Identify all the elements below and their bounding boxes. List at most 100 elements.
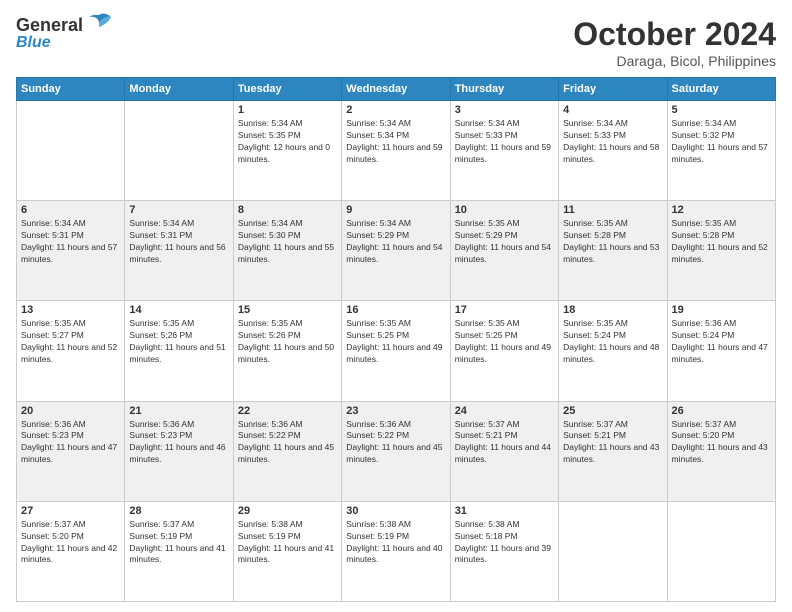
daylight-text: Daylight: 11 hours and 53 minutes. <box>563 242 662 266</box>
calendar-header-row: Sunday Monday Tuesday Wednesday Thursday… <box>17 78 776 101</box>
table-row: 20 Sunrise: 5:36 AM Sunset: 5:23 PM Dayl… <box>17 401 125 501</box>
day-info: Sunrise: 5:34 AM Sunset: 5:32 PM Dayligh… <box>672 118 771 166</box>
day-info: Sunrise: 5:35 AM Sunset: 5:27 PM Dayligh… <box>21 318 120 366</box>
sunset-text: Sunset: 5:21 PM <box>455 430 554 442</box>
sunset-text: Sunset: 5:21 PM <box>563 430 662 442</box>
table-row: 10 Sunrise: 5:35 AM Sunset: 5:29 PM Dayl… <box>450 201 558 301</box>
daylight-text: Daylight: 11 hours and 41 minutes. <box>129 543 228 567</box>
table-row <box>17 101 125 201</box>
calendar-week-row: 20 Sunrise: 5:36 AM Sunset: 5:23 PM Dayl… <box>17 401 776 501</box>
day-info: Sunrise: 5:34 AM Sunset: 5:34 PM Dayligh… <box>346 118 445 166</box>
sunrise-text: Sunrise: 5:35 AM <box>346 318 445 330</box>
day-number: 20 <box>21 405 120 417</box>
daylight-text: Daylight: 11 hours and 48 minutes. <box>563 342 662 366</box>
title-block: October 2024 Daraga, Bicol, Philippines <box>573 16 776 69</box>
sunset-text: Sunset: 5:23 PM <box>21 430 120 442</box>
day-info: Sunrise: 5:35 AM Sunset: 5:28 PM Dayligh… <box>563 218 662 266</box>
sunset-text: Sunset: 5:20 PM <box>672 430 771 442</box>
table-row: 16 Sunrise: 5:35 AM Sunset: 5:25 PM Dayl… <box>342 301 450 401</box>
day-info: Sunrise: 5:37 AM Sunset: 5:21 PM Dayligh… <box>455 419 554 467</box>
day-number: 27 <box>21 505 120 517</box>
table-row: 30 Sunrise: 5:38 AM Sunset: 5:19 PM Dayl… <box>342 501 450 601</box>
day-number: 29 <box>238 505 337 517</box>
day-number: 22 <box>238 405 337 417</box>
subtitle: Daraga, Bicol, Philippines <box>573 53 776 69</box>
table-row: 25 Sunrise: 5:37 AM Sunset: 5:21 PM Dayl… <box>559 401 667 501</box>
day-info: Sunrise: 5:36 AM Sunset: 5:22 PM Dayligh… <box>238 419 337 467</box>
sunrise-text: Sunrise: 5:36 AM <box>238 419 337 431</box>
sunset-text: Sunset: 5:26 PM <box>238 330 337 342</box>
day-info: Sunrise: 5:37 AM Sunset: 5:19 PM Dayligh… <box>129 519 228 567</box>
day-info: Sunrise: 5:36 AM Sunset: 5:23 PM Dayligh… <box>21 419 120 467</box>
day-info: Sunrise: 5:35 AM Sunset: 5:28 PM Dayligh… <box>672 218 771 266</box>
sunset-text: Sunset: 5:26 PM <box>129 330 228 342</box>
day-number: 9 <box>346 204 445 216</box>
day-info: Sunrise: 5:34 AM Sunset: 5:31 PM Dayligh… <box>21 218 120 266</box>
daylight-text: Daylight: 11 hours and 54 minutes. <box>455 242 554 266</box>
daylight-text: Daylight: 11 hours and 58 minutes. <box>563 142 662 166</box>
sunrise-text: Sunrise: 5:35 AM <box>455 218 554 230</box>
day-info: Sunrise: 5:36 AM Sunset: 5:24 PM Dayligh… <box>672 318 771 366</box>
day-info: Sunrise: 5:35 AM Sunset: 5:25 PM Dayligh… <box>455 318 554 366</box>
sunrise-text: Sunrise: 5:35 AM <box>455 318 554 330</box>
sunset-text: Sunset: 5:22 PM <box>238 430 337 442</box>
sunset-text: Sunset: 5:29 PM <box>346 230 445 242</box>
daylight-text: Daylight: 11 hours and 51 minutes. <box>129 342 228 366</box>
day-info: Sunrise: 5:37 AM Sunset: 5:21 PM Dayligh… <box>563 419 662 467</box>
col-wednesday: Wednesday <box>342 78 450 101</box>
day-number: 28 <box>129 505 228 517</box>
table-row: 24 Sunrise: 5:37 AM Sunset: 5:21 PM Dayl… <box>450 401 558 501</box>
sunrise-text: Sunrise: 5:38 AM <box>346 519 445 531</box>
daylight-text: Daylight: 11 hours and 39 minutes. <box>455 543 554 567</box>
daylight-text: Daylight: 11 hours and 54 minutes. <box>346 242 445 266</box>
table-row: 22 Sunrise: 5:36 AM Sunset: 5:22 PM Dayl… <box>233 401 341 501</box>
day-number: 7 <box>129 204 228 216</box>
calendar-table: Sunday Monday Tuesday Wednesday Thursday… <box>16 77 776 602</box>
sunset-text: Sunset: 5:31 PM <box>21 230 120 242</box>
day-number: 5 <box>672 104 771 116</box>
daylight-text: Daylight: 12 hours and 0 minutes. <box>238 142 337 166</box>
daylight-text: Daylight: 11 hours and 49 minutes. <box>346 342 445 366</box>
table-row: 18 Sunrise: 5:35 AM Sunset: 5:24 PM Dayl… <box>559 301 667 401</box>
sunrise-text: Sunrise: 5:34 AM <box>21 218 120 230</box>
sunset-text: Sunset: 5:34 PM <box>346 130 445 142</box>
col-monday: Monday <box>125 78 233 101</box>
day-info: Sunrise: 5:35 AM Sunset: 5:25 PM Dayligh… <box>346 318 445 366</box>
sunrise-text: Sunrise: 5:34 AM <box>238 218 337 230</box>
sunset-text: Sunset: 5:28 PM <box>563 230 662 242</box>
daylight-text: Daylight: 11 hours and 55 minutes. <box>238 242 337 266</box>
table-row: 7 Sunrise: 5:34 AM Sunset: 5:31 PM Dayli… <box>125 201 233 301</box>
table-row: 23 Sunrise: 5:36 AM Sunset: 5:22 PM Dayl… <box>342 401 450 501</box>
daylight-text: Daylight: 11 hours and 46 minutes. <box>129 442 228 466</box>
day-info: Sunrise: 5:35 AM Sunset: 5:26 PM Dayligh… <box>129 318 228 366</box>
table-row: 9 Sunrise: 5:34 AM Sunset: 5:29 PM Dayli… <box>342 201 450 301</box>
sunrise-text: Sunrise: 5:35 AM <box>563 318 662 330</box>
day-number: 31 <box>455 505 554 517</box>
main-title: October 2024 <box>573 16 776 53</box>
sunrise-text: Sunrise: 5:34 AM <box>238 118 337 130</box>
table-row: 14 Sunrise: 5:35 AM Sunset: 5:26 PM Dayl… <box>125 301 233 401</box>
day-info: Sunrise: 5:34 AM Sunset: 5:31 PM Dayligh… <box>129 218 228 266</box>
day-number: 4 <box>563 104 662 116</box>
sunrise-text: Sunrise: 5:35 AM <box>672 218 771 230</box>
daylight-text: Daylight: 11 hours and 56 minutes. <box>129 242 228 266</box>
table-row: 19 Sunrise: 5:36 AM Sunset: 5:24 PM Dayl… <box>667 301 775 401</box>
sunrise-text: Sunrise: 5:35 AM <box>238 318 337 330</box>
sunset-text: Sunset: 5:33 PM <box>563 130 662 142</box>
sunset-text: Sunset: 5:19 PM <box>238 531 337 543</box>
col-tuesday: Tuesday <box>233 78 341 101</box>
day-info: Sunrise: 5:38 AM Sunset: 5:19 PM Dayligh… <box>346 519 445 567</box>
table-row: 1 Sunrise: 5:34 AM Sunset: 5:35 PM Dayli… <box>233 101 341 201</box>
table-row <box>125 101 233 201</box>
day-number: 23 <box>346 405 445 417</box>
table-row: 11 Sunrise: 5:35 AM Sunset: 5:28 PM Dayl… <box>559 201 667 301</box>
sunset-text: Sunset: 5:31 PM <box>129 230 228 242</box>
sunset-text: Sunset: 5:22 PM <box>346 430 445 442</box>
table-row: 5 Sunrise: 5:34 AM Sunset: 5:32 PM Dayli… <box>667 101 775 201</box>
calendar-week-row: 6 Sunrise: 5:34 AM Sunset: 5:31 PM Dayli… <box>17 201 776 301</box>
day-info: Sunrise: 5:37 AM Sunset: 5:20 PM Dayligh… <box>21 519 120 567</box>
table-row: 15 Sunrise: 5:35 AM Sunset: 5:26 PM Dayl… <box>233 301 341 401</box>
table-row: 26 Sunrise: 5:37 AM Sunset: 5:20 PM Dayl… <box>667 401 775 501</box>
col-sunday: Sunday <box>17 78 125 101</box>
sunrise-text: Sunrise: 5:37 AM <box>455 419 554 431</box>
